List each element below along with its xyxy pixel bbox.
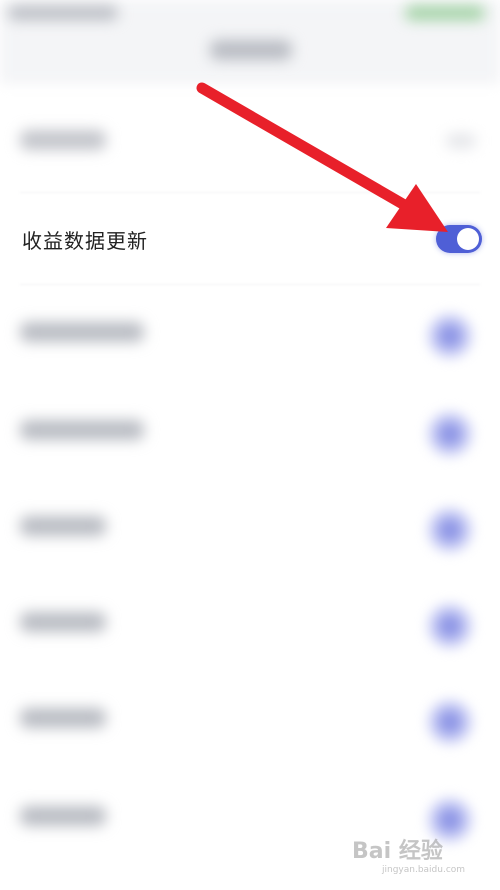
annotation-arrow <box>196 82 448 232</box>
toggle-blurred[interactable] <box>428 604 472 648</box>
arrow-head <box>386 184 448 232</box>
toggle-blurred[interactable] <box>428 508 472 552</box>
toggle-blurred[interactable] <box>428 412 472 456</box>
toggle-blurred[interactable] <box>428 700 472 744</box>
settings-screen: 收益数据更新 Bai 经验 jingyan.baidu.com <box>0 0 500 890</box>
toggle-blurred[interactable] <box>428 314 472 358</box>
watermark-url: jingyan.baidu.com <box>382 865 466 875</box>
setting-row-label-blurred <box>20 420 144 440</box>
setting-row-label-blurred <box>20 516 106 536</box>
setting-row-label-blurred <box>20 612 106 632</box>
setting-row-label-blurred <box>20 708 106 728</box>
setting-row-label-blurred <box>20 806 106 826</box>
setting-row-label-blurred <box>20 322 144 342</box>
arrow-shaft <box>196 82 426 220</box>
baidu-jingyan-watermark: Bai 经验 jingyan.baidu.com <box>352 833 472 883</box>
watermark-text: Bai 经验 <box>352 839 443 864</box>
